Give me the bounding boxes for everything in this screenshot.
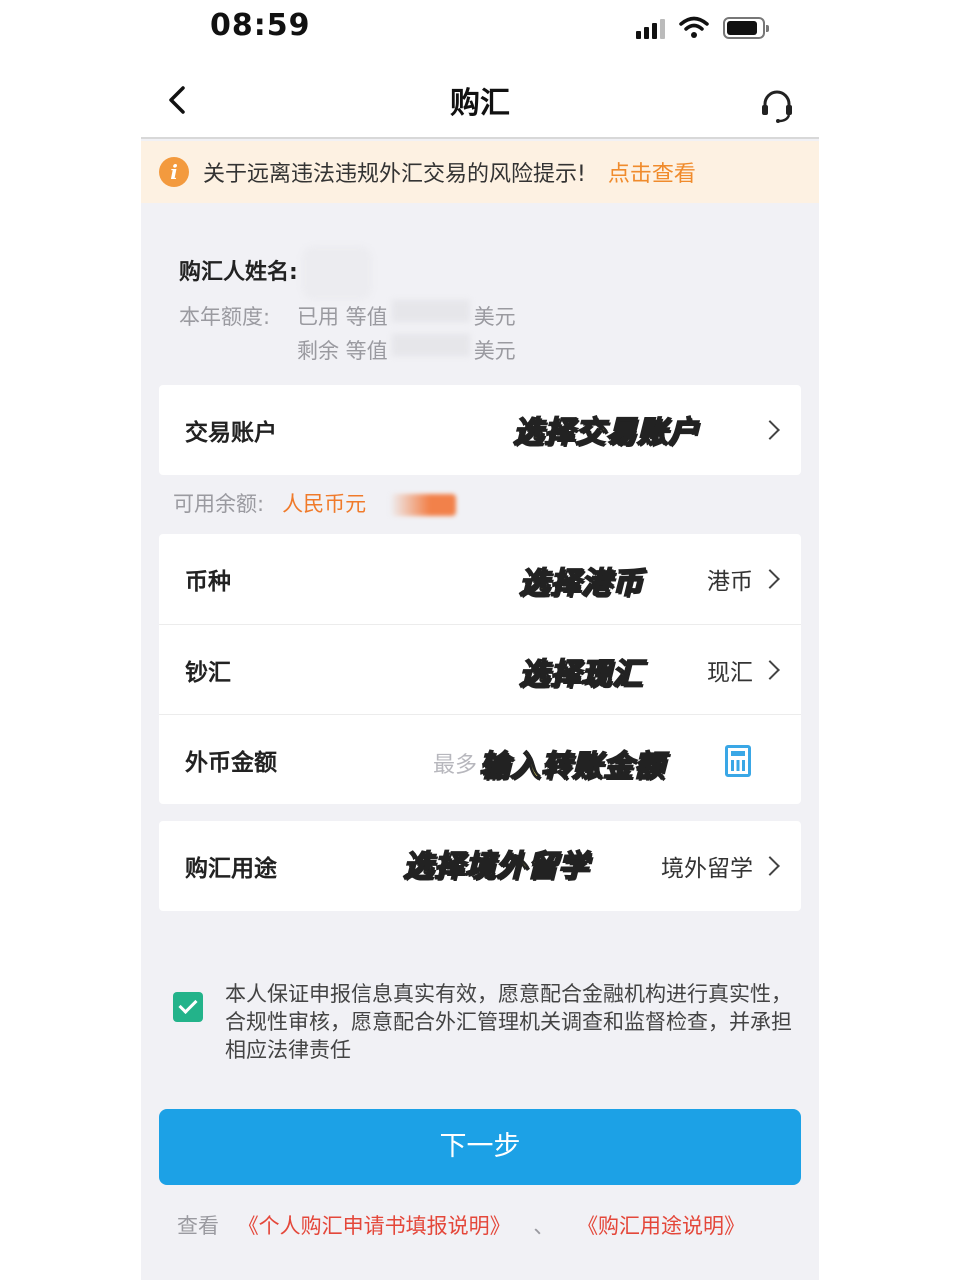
customer-service-icon[interactable]	[759, 88, 795, 124]
purpose-row[interactable]: 购汇用途 选择境外留学 境外留学	[159, 821, 801, 911]
quota-label: 本年额度:	[179, 305, 271, 329]
chevron-right-icon	[760, 659, 780, 680]
chevron-right-icon	[760, 569, 780, 589]
quota-remaining-redacted	[391, 334, 470, 356]
status-time: 08:59	[210, 8, 311, 43]
status-bar: 08:59	[0, 0, 960, 60]
currency-label: 币种	[185, 569, 231, 595]
footer-separator: 、	[533, 1214, 555, 1238]
purpose-annotation: 选择境外留学	[402, 848, 589, 885]
purpose-card: 购汇用途 选择境外留学 境外留学	[159, 821, 801, 911]
cash-type-row[interactable]: 钞汇 选择现汇 现汇	[159, 624, 801, 714]
cash-type-value: 现汇	[707, 659, 753, 686]
quota-remaining-prefix: 剩余 等值	[297, 339, 388, 363]
application-guide-link[interactable]: 《个人购汇申请书填报说明》	[238, 1214, 511, 1238]
account-annotation: 选择交易账户	[512, 414, 699, 451]
notice-text: 关于远离违法违规外汇交易的风险提示!	[203, 162, 586, 187]
amount-input[interactable]: 最多	[433, 747, 477, 779]
amount-annotation: 输入转账金额	[478, 748, 665, 785]
wifi-icon	[679, 16, 709, 38]
balance-label: 可用余额:	[173, 492, 265, 516]
signal-icon	[636, 17, 665, 39]
currency-annotation: 选择港币	[518, 565, 643, 602]
risk-notice-banner: i 关于远离违法违规外汇交易的风险提示! 点击查看	[141, 141, 819, 203]
currency-value: 港币	[707, 569, 753, 595]
purpose-value: 境外留学	[661, 856, 753, 882]
quota-used-prefix: 已用 等值	[297, 305, 388, 329]
buyer-name-redacted	[301, 246, 372, 300]
purpose-label: 购汇用途	[185, 856, 277, 882]
nav-bar: 购汇	[141, 60, 819, 139]
next-step-button[interactable]: 下一步	[159, 1109, 801, 1185]
cash-type-annotation: 选择现汇	[518, 656, 643, 693]
notice-view-link[interactable]: 点击查看	[608, 156, 696, 188]
agreement: 本人保证申报信息真实有效，愿意配合金融机构进行真实性，合规性审核，愿意配合外汇管…	[173, 980, 793, 1064]
currency-row[interactable]: 币种 选择港币 港币	[159, 534, 801, 624]
battery-icon	[723, 17, 769, 39]
purpose-guide-link[interactable]: 《购汇用途说明》	[577, 1214, 745, 1238]
page-title: 购汇	[450, 86, 510, 121]
status-icons	[636, 12, 769, 44]
agreement-text: 本人保证申报信息真实有效，愿意配合金融机构进行真实性，合规性审核，愿意配合外汇管…	[225, 982, 792, 1062]
balance-redacted	[390, 494, 457, 516]
annual-quota: 本年额度: 已用 等值 美元 剩余 等值 美元	[179, 300, 516, 368]
balance-currency: 人民币元	[282, 492, 367, 516]
buyer-name-label: 购汇人姓名:	[179, 260, 298, 285]
amount-row[interactable]: 外币金额 最多 输入转账金额	[159, 714, 801, 804]
trade-account-label: 交易账户	[185, 420, 277, 446]
account-card: 交易账户 选择交易账户	[159, 385, 801, 475]
trade-account-row[interactable]: 交易账户 选择交易账户	[159, 385, 801, 475]
exchange-form-card: 币种 选择港币 港币 钞汇 选择现汇 现汇 外币金额 最多 输入转账金额	[159, 534, 801, 804]
agreement-checkbox[interactable]	[173, 992, 203, 1022]
footer-prefix: 查看	[177, 1214, 219, 1238]
calculator-icon[interactable]	[725, 745, 751, 777]
cash-type-label: 钞汇	[185, 659, 231, 686]
quota-remaining-suffix: 美元	[473, 339, 516, 363]
footer-links: 查看 《个人购汇申请书填报说明》 、 《购汇用途说明》	[177, 1210, 745, 1240]
chevron-right-icon	[760, 420, 780, 440]
amount-label: 外币金额	[185, 749, 277, 776]
app-screen: 购汇 i 关于远离违法违规外汇交易的风险提示! 点击查看 购汇人姓名: 本年额度…	[141, 60, 819, 1280]
quota-used-suffix: 美元	[473, 305, 516, 329]
available-balance: 可用余额: 人民币元	[173, 488, 457, 518]
chevron-right-icon	[760, 856, 780, 876]
info-icon: i	[159, 157, 189, 187]
buyer-name: 购汇人姓名:	[179, 246, 372, 300]
quota-used-redacted	[391, 300, 470, 322]
